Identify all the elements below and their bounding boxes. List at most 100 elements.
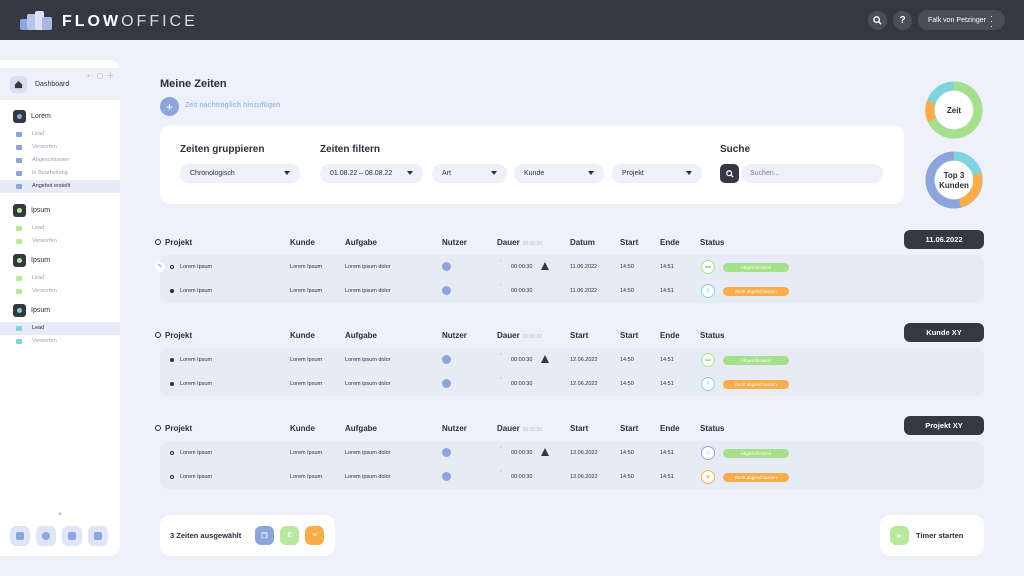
type-select[interactable]: Art	[432, 164, 507, 183]
column-header[interactable]: Projekt	[165, 424, 192, 433]
folder-icon[interactable]: ▬	[701, 353, 715, 367]
sidebar-group-header[interactable]: Ipsum	[0, 203, 120, 218]
column-header[interactable]: Projekt	[165, 331, 192, 340]
avatar[interactable]	[442, 379, 451, 388]
sidebar-subitem[interactable]: Verworfen	[0, 335, 120, 348]
sidebar-item-dashboard[interactable]: Dashboard ⇠ ▢ ✢	[0, 68, 120, 100]
sidebar-footer-button-3[interactable]	[62, 526, 82, 546]
row-select-toggle[interactable]	[170, 475, 174, 479]
column-header[interactable]: Ende	[660, 331, 680, 340]
column-header[interactable]: Status	[700, 424, 724, 433]
search-button[interactable]	[868, 11, 887, 30]
column-header[interactable]: Start	[620, 424, 638, 433]
avatar[interactable]	[442, 355, 451, 364]
status-badge[interactable]: Abgeschlossen	[723, 356, 789, 365]
user-menu[interactable]: Falk von Petzinger · · ·	[918, 10, 1005, 31]
document-button[interactable]: ≡	[305, 526, 324, 545]
sidebar-subitem[interactable]: Lead	[0, 272, 120, 285]
folder-icon[interactable]: ▬	[701, 260, 715, 274]
sidebar-footer-button-1[interactable]	[10, 526, 30, 546]
time-donut-widget[interactable]: Zeit	[924, 80, 984, 140]
timer-start-card[interactable]: ▸ Timer starten	[880, 515, 984, 556]
home-icon[interactable]: ⌂	[701, 446, 715, 460]
close-icon[interactable]: ✕	[701, 470, 715, 484]
column-header[interactable]: Kunde	[290, 424, 315, 433]
sidebar-subitem[interactable]: Verworfen	[0, 285, 120, 298]
project-select[interactable]: Projekt	[612, 164, 702, 183]
sidebar-subitem[interactable]: Angebot erstellt	[0, 180, 120, 193]
avatar[interactable]	[442, 262, 451, 271]
column-header[interactable]: Projekt	[165, 238, 192, 247]
column-header[interactable]: Aufgabe	[345, 331, 377, 340]
status-badge[interactable]: Nicht abgeschlossen	[723, 473, 789, 482]
column-header[interactable]: Aufgabe	[345, 238, 377, 247]
status-badge[interactable]: Nicht abgeschlossen	[723, 287, 789, 296]
table-row[interactable]: Lorem Ipsum Lorem Ipsum Lorem ipsum dolor ˈ…	[160, 279, 984, 303]
sidebar-group-header[interactable]: Ipsum	[0, 303, 120, 318]
column-header[interactable]: Start	[570, 424, 588, 433]
collapse-up-icon[interactable]: ▲	[57, 511, 63, 517]
sidebar-subitem[interactable]: Verworfen	[0, 235, 120, 248]
column-header[interactable]: Datum	[570, 238, 595, 247]
currency-button[interactable]: €	[280, 526, 299, 545]
column-header[interactable]: Kunde	[290, 238, 315, 247]
edit-icon[interactable]: ✎	[155, 262, 165, 272]
column-header[interactable]: Dauer 00:00:30	[497, 331, 542, 340]
group-select[interactable]: Chronologisch	[180, 164, 300, 183]
column-header[interactable]: Nutzer	[442, 331, 467, 340]
row-select-toggle[interactable]	[170, 289, 174, 293]
table-row[interactable]: Lorem Ipsum Lorem Ipsum Lorem ipsum dolor ˈ…	[160, 372, 984, 396]
search-input[interactable]	[742, 164, 883, 183]
column-header[interactable]: Status	[700, 238, 724, 247]
column-header[interactable]: Start	[620, 238, 638, 247]
date-range-select[interactable]: 01.08.22 – 08.08.22	[320, 164, 423, 183]
add-time-button[interactable]: +	[160, 97, 179, 116]
select-all-toggle[interactable]	[155, 332, 161, 338]
sidebar-subitem[interactable]: Lead	[0, 222, 120, 235]
add-time-link[interactable]: Zeit nachträglich hinzufügen	[185, 102, 280, 109]
table-row[interactable]: Lorem Ipsum Lorem Ipsum Lorem ipsum dolor ˈ…	[160, 441, 984, 465]
table-row[interactable]: ✎ Lorem Ipsum Lorem Ipsum Lorem ipsum dolor…	[155, 255, 984, 279]
row-select-toggle[interactable]	[170, 265, 174, 269]
table-row[interactable]: Lorem Ipsum Lorem Ipsum Lorem ipsum dolor ˈ…	[160, 465, 984, 489]
column-header[interactable]: Ende	[660, 424, 680, 433]
sidebar-group-header[interactable]: Lorem	[0, 109, 120, 124]
avatar[interactable]	[442, 448, 451, 457]
column-header[interactable]: Nutzer	[442, 238, 467, 247]
sidebar-group-header[interactable]: Ipsum	[0, 253, 120, 268]
column-header[interactable]: Status	[700, 331, 724, 340]
column-header[interactable]: Aufgabe	[345, 424, 377, 433]
top-customers-donut-widget[interactable]: Top 3 Kunden	[924, 150, 984, 210]
status-badge[interactable]: Abgeschlossen	[723, 263, 789, 272]
table-row[interactable]: Lorem Ipsum Lorem Ipsum Lorem ipsum dolor ˈ…	[160, 348, 984, 372]
copy-button[interactable]: ❐	[255, 526, 274, 545]
column-header[interactable]: Dauer 00:00:30	[497, 424, 542, 433]
avatar[interactable]	[442, 472, 451, 481]
sidebar-subitem[interactable]: In Bearbeitung	[0, 167, 120, 180]
sidebar-subitem[interactable]: Verworfen	[0, 141, 120, 154]
list-icon[interactable]: ≡	[701, 284, 715, 298]
column-header[interactable]: Start	[620, 331, 638, 340]
select-all-toggle[interactable]	[155, 239, 161, 245]
column-header[interactable]: Kunde	[290, 331, 315, 340]
sidebar-footer-button-2[interactable]	[36, 526, 56, 546]
row-select-toggle[interactable]	[170, 358, 174, 362]
avatar[interactable]	[442, 286, 451, 295]
sidebar-subitem[interactable]: Lead	[0, 128, 120, 141]
column-header[interactable]: Dauer 00:00:30	[497, 238, 542, 247]
customer-select[interactable]: Kunde	[514, 164, 604, 183]
search-submit-button[interactable]	[720, 164, 739, 183]
column-header[interactable]: Ende	[660, 238, 680, 247]
sidebar-footer-button-4[interactable]	[88, 526, 108, 546]
sidebar-controls[interactable]: ⇠ ▢ ✢	[87, 72, 114, 80]
sidebar-subitem[interactable]: Abgeschlossen	[0, 154, 120, 167]
column-header[interactable]: Start	[570, 331, 588, 340]
help-button[interactable]: ?	[893, 11, 912, 30]
row-select-toggle[interactable]	[170, 451, 174, 455]
sidebar-subitem[interactable]: Lead	[0, 322, 120, 335]
row-select-toggle[interactable]	[170, 382, 174, 386]
status-badge[interactable]: Nicht abgeschlossen	[723, 380, 789, 389]
column-header[interactable]: Nutzer	[442, 424, 467, 433]
list-icon[interactable]: ≡	[701, 377, 715, 391]
status-badge[interactable]: Abgeschlossen	[723, 449, 789, 458]
